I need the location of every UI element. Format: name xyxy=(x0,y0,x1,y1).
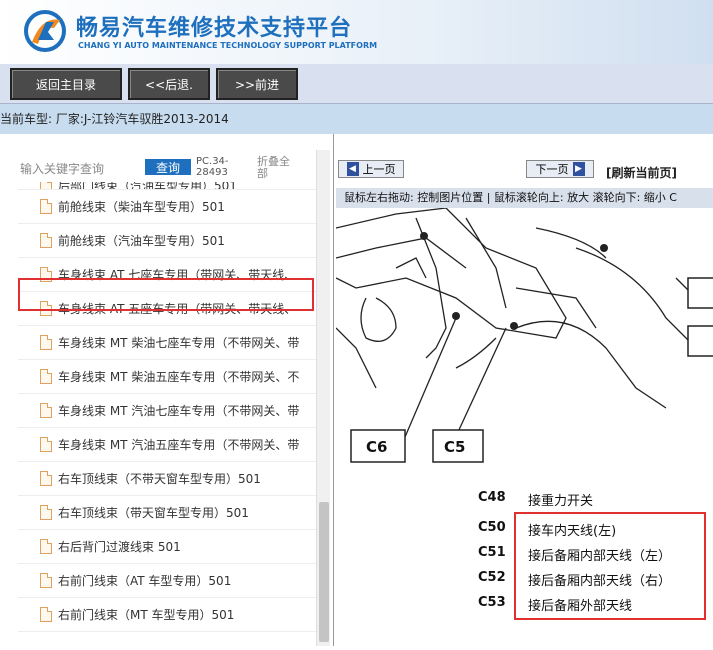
search-button[interactable]: 查询 xyxy=(145,159,191,175)
callout-c5: C5 xyxy=(444,438,466,456)
prev-page-label: 上一页 xyxy=(362,163,396,176)
file-icon xyxy=(40,182,52,189)
highlight-box xyxy=(18,278,314,311)
tree-item-label: 车身线束 MT 柴油五座车专用（不带网关、不 xyxy=(58,370,300,384)
tree-item[interactable]: 前舱线束（汽油车型专用）501 xyxy=(18,224,318,258)
tree-item-label: 右前门线束（AT 车型专用）501 xyxy=(58,574,232,588)
app-header: 畅易汽车维修技术支持平台 CHANG YI AUTO MAINTENANCE T… xyxy=(0,0,713,64)
file-icon xyxy=(40,233,52,248)
tree-item[interactable]: 右后背门过渡线束 501 xyxy=(18,530,318,564)
viewer-tip: 鼠标左右拖动: 控制图片位置 | 鼠标滚轮向上: 放大 滚轮向下: 缩小 C xyxy=(336,188,713,208)
forward-button[interactable]: >>前进 xyxy=(216,68,298,100)
legend-code: C51 xyxy=(478,545,506,560)
next-page-button[interactable]: 下一页 ▶ xyxy=(526,160,594,178)
tree-item[interactable]: 前舱线束（柴油车型专用）501 xyxy=(18,190,318,224)
arrow-left-icon: ◀ xyxy=(346,162,359,176)
legend-code: C52 xyxy=(478,570,506,585)
collapse-all-button[interactable]: 折叠全部 xyxy=(257,156,297,180)
legend-code: C48 xyxy=(478,490,506,505)
legend-code: C53 xyxy=(478,595,506,610)
tree-item[interactable]: 车身线束 MT 柴油五座车专用（不带网关、不 xyxy=(18,360,318,394)
file-icon xyxy=(40,335,52,350)
file-icon xyxy=(40,403,52,418)
legend-highlight xyxy=(514,512,706,620)
tree-item[interactable]: 车身线束 MT 柴油七座车专用（不带网关、带 xyxy=(18,326,318,360)
file-icon xyxy=(40,573,52,588)
tree-item-label: 右后背门过渡线束 501 xyxy=(58,540,181,554)
file-icon xyxy=(40,369,52,384)
nav-bar: 返回主目录 <<后退. >>前进 xyxy=(0,64,713,104)
logo-icon xyxy=(24,10,66,52)
tree-item-label: 车身线束 MT 柴油七座车专用（不带网关、带 xyxy=(58,336,300,350)
file-icon xyxy=(40,199,52,214)
file-icon xyxy=(40,437,52,452)
legend-text: 接重力开关 xyxy=(528,494,594,509)
tree-item-label: 车身线束 MT 汽油七座车专用（不带网关、带 xyxy=(58,404,300,418)
arrow-right-icon: ▶ xyxy=(572,162,585,176)
wiring-diagram[interactable]: C6 C5 C48 接重力开关 C50 接车内天线(左) C51 接后备厢内部天… xyxy=(335,207,713,646)
file-icon xyxy=(40,505,52,520)
callout-c6: C6 xyxy=(366,438,388,456)
tree-item[interactable]: 右前门线束（AT 车型专用）501 xyxy=(18,564,318,598)
tree-item-label: 右车顶线束（不带天窗车型专用）501 xyxy=(58,472,261,486)
home-button[interactable]: 返回主目录 xyxy=(10,68,122,100)
tree-item[interactable]: 车身线束 MT 汽油七座车专用（不带网关、带 xyxy=(18,394,318,428)
tree-scrollbar[interactable] xyxy=(316,150,330,646)
tree-item[interactable]: 右前门线束（MT 车型专用）501 xyxy=(18,598,318,632)
scroll-thumb[interactable] xyxy=(319,502,329,642)
tree-item-label: 前舱线束（汽油车型专用）501 xyxy=(58,234,225,248)
search-input[interactable]: 输入关键字查询 xyxy=(20,160,104,177)
logo-title: 畅易汽车维修技术支持平台 xyxy=(76,16,353,41)
tree-item-label: 车身线束 MT 汽油五座车专用（不带网关、带 xyxy=(58,438,300,452)
file-icon xyxy=(40,539,52,554)
pc-code: PC.34-28493 xyxy=(196,156,229,178)
prev-page-button[interactable]: ◀ 上一页 xyxy=(338,160,404,178)
tree-item[interactable]: 后部门线束（汽油车型专用）501 xyxy=(18,182,318,190)
refresh-button[interactable]: [刷新当前页] xyxy=(606,164,677,181)
current-model: 当前车型: 厂家:J-江铃汽车驭胜2013-2014 xyxy=(0,112,229,126)
tree-item-label: 后部门线束（汽油车型专用）501 xyxy=(58,182,237,190)
file-icon xyxy=(40,471,52,486)
tree-item-label: 右车顶线束（带天窗车型专用）501 xyxy=(58,506,249,520)
diagram-viewer: ◀ 上一页 下一页 ▶ [刷新当前页] 鼠标左右拖动: 控制图片位置 | 鼠标滚… xyxy=(335,150,713,646)
logo-subtitle: CHANG YI AUTO MAINTENANCE TECHNOLOGY SUP… xyxy=(78,41,378,50)
legend-code: C50 xyxy=(478,520,506,535)
tree-list: 后部门线束（汽油车型专用）501 前舱线束（柴油车型专用）501 前舱线束（汽油车型… xyxy=(18,182,318,646)
tree-item-label: 前舱线束（柴油车型专用）501 xyxy=(58,200,225,214)
tree-item-label: 右前门线束（MT 车型专用）501 xyxy=(58,608,235,622)
tree-item[interactable]: 右车顶线束（带天窗车型专用）501 xyxy=(18,496,318,530)
tree-panel: 输入关键字查询 查询 PC.34-28493 折叠全部 后部门线束（汽油车型专用… xyxy=(0,134,334,646)
back-button[interactable]: <<后退. xyxy=(128,68,210,100)
tree-item[interactable]: 车身线束 MT 汽油五座车专用（不带网关、带 xyxy=(18,428,318,462)
file-icon xyxy=(40,607,52,622)
tree-item[interactable]: 右车顶线束（不带天窗车型专用）501 xyxy=(18,462,318,496)
next-page-label: 下一页 xyxy=(535,163,569,176)
viewer-toolbar: ◀ 上一页 下一页 ▶ [刷新当前页] xyxy=(336,150,713,188)
